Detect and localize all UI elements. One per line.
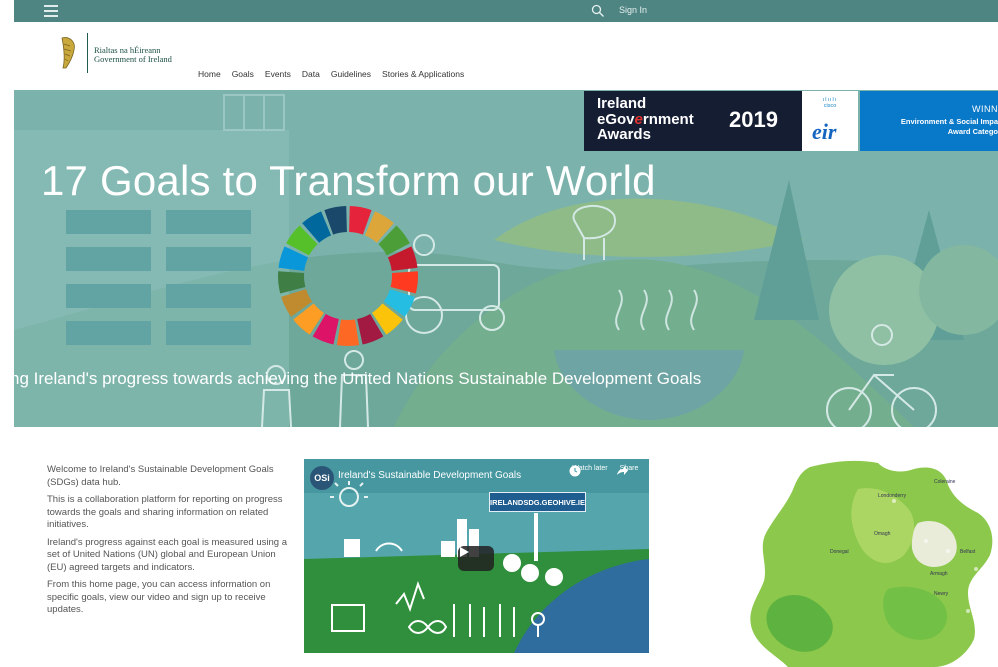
- award-year: 2019: [729, 107, 778, 132]
- winner-category-line1: Environment & Social Impa: [900, 117, 998, 126]
- play-icon: [460, 547, 469, 557]
- svg-text:Londonderry: Londonderry: [878, 493, 907, 499]
- nav-stories[interactable]: Stories & Applications: [382, 69, 464, 79]
- share-button[interactable]: Share: [616, 465, 642, 475]
- nav-guidelines[interactable]: Guidelines: [331, 69, 371, 79]
- share-icon: [617, 466, 628, 475]
- website-sign: IRELANDSDG.GEOHIVE.IE: [489, 492, 586, 512]
- play-button[interactable]: [458, 546, 494, 571]
- winner-badge[interactable]: WINN Environment & Social Impa Award Cat…: [860, 91, 998, 151]
- svg-text:Coleraine: Coleraine: [934, 479, 956, 485]
- main-nav: Home Goals Events Data Guidelines Storie…: [198, 69, 475, 79]
- sign-in-link[interactable]: Sign In: [619, 5, 647, 15]
- intro-paragraph-4: From this home page, you can access info…: [47, 579, 271, 615]
- watch-later-button[interactable]: Watch later: [569, 465, 611, 477]
- harp-icon[interactable]: [58, 36, 78, 70]
- award-name-line2: eGovernment: [597, 110, 694, 128]
- hero-banner: 17 Goals to Transform our World ng Irela…: [14, 90, 998, 427]
- award-name-line3: Awards: [597, 126, 651, 143]
- egov-award-badge[interactable]: Ireland eGovernment Awards 2019: [584, 91, 802, 151]
- nav-home[interactable]: Home: [198, 69, 221, 79]
- video-player[interactable]: OSi Ireland's Sustainable Development Go…: [304, 459, 649, 653]
- logo-divider: [87, 33, 88, 73]
- logo-line-english: Government of Ireland: [94, 54, 172, 64]
- intro-paragraph-2: This is a collaboration platform for rep…: [47, 494, 283, 530]
- hero-subtitle: ng Ireland's progress towards achieving …: [14, 369, 702, 388]
- cisco-logo: ılıılı cisco: [822, 97, 838, 109]
- hero-title: 17 Goals to Transform our World: [41, 157, 656, 204]
- winner-label: WINN: [972, 104, 998, 114]
- award-name-line1: Ireland: [597, 95, 647, 112]
- intro-text: Welcome to Ireland's Sustainable Develop…: [47, 464, 292, 622]
- sponsor-logos: ılıılı cisco eir: [802, 91, 858, 151]
- site-header: Rialtas na hÉireann Government of Irelan…: [14, 22, 998, 90]
- nav-goals[interactable]: Goals: [232, 69, 254, 79]
- clock-icon: [569, 465, 581, 477]
- video-title[interactable]: Ireland's Sustainable Development Goals: [338, 470, 521, 481]
- winner-category-line2: Award Catego: [947, 127, 998, 136]
- svg-text:Newry: Newry: [934, 591, 949, 597]
- search-icon[interactable]: [591, 4, 605, 18]
- svg-text:Belfast: Belfast: [960, 549, 976, 555]
- intro-paragraph-3: Ireland's progress against each goal is …: [47, 536, 287, 573]
- channel-logo[interactable]: OSi: [310, 466, 334, 490]
- svg-text:Donegal: Donegal: [830, 549, 849, 555]
- top-bar: Sign In: [14, 0, 998, 22]
- nav-data[interactable]: Data: [302, 69, 320, 79]
- intro-paragraph-1: Welcome to Ireland's Sustainable Develop…: [47, 464, 274, 488]
- svg-text:Armagh: Armagh: [930, 571, 948, 577]
- government-logo-text[interactable]: Rialtas na hÉireann Government of Irelan…: [94, 46, 172, 64]
- ireland-map-image[interactable]: Londonderry Belfast Armagh Omagh Newry D…: [738, 459, 998, 667]
- nav-events[interactable]: Events: [265, 69, 291, 79]
- award-name: Ireland eGovernment Awards: [597, 96, 694, 143]
- hamburger-icon[interactable]: [44, 5, 58, 17]
- svg-text:Omagh: Omagh: [874, 531, 891, 537]
- eir-logo: eir: [812, 119, 837, 144]
